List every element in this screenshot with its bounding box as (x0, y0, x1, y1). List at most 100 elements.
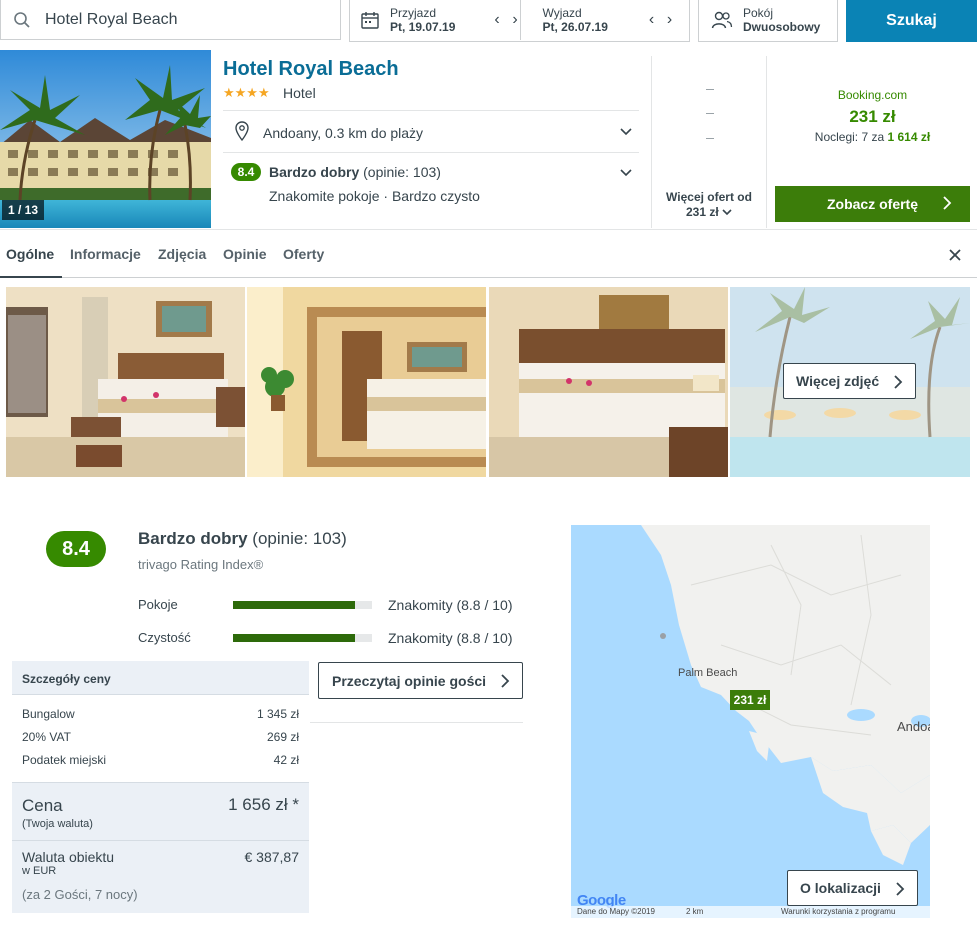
more-offers-price-line: 231 zł (652, 205, 766, 220)
price-details-header: Szczegóły ceny (12, 661, 309, 695)
tab-info[interactable]: Informacje (70, 246, 141, 262)
price-row-label: Bungalow (22, 707, 75, 721)
photo-gallery: Więcej zdjęć (6, 287, 970, 477)
chevron-down-icon (620, 128, 632, 136)
location-info-label: O lokalizacji (800, 880, 881, 896)
rating-summary: Bardzo dobry (opinie: 103) (269, 164, 441, 180)
checkout-field[interactable]: Wyjazd Pt, 26.07.19 ‹ › (519, 0, 690, 40)
rating-label: Bardzo dobry (269, 164, 360, 180)
location-info-button[interactable]: O lokalizacji (787, 870, 918, 906)
tab-deals[interactable]: Oferty (283, 246, 324, 262)
more-photos-button[interactable]: Więcej zdjęć (783, 363, 916, 399)
price-row-value: 269 zł (266, 730, 299, 744)
location-row[interactable]: Andoany, 0.3 km do plaży (223, 112, 639, 152)
price-total: Cena 1 656 zł * (Twoja waluta) Waluta ob… (12, 782, 309, 913)
search-bar: Przyjazd Pt, 19.07.19 ‹ › Wyjazd Pt, 26.… (0, 0, 977, 44)
rating-badge: 8.4 (231, 163, 261, 181)
map-footer: Dane do Mapy ©2019 2 km Warunki korzysta… (571, 906, 930, 918)
gallery-photo[interactable] (6, 287, 245, 477)
rating-index-label: trivago Rating Index® (138, 557, 264, 572)
star-rating: ★★★★ (223, 85, 270, 100)
more-offers-price: 231 zł (685, 205, 719, 219)
more-offers-link[interactable]: Więcej ofert od 231 zł (652, 190, 766, 220)
more-offers-label: Więcej ofert od (666, 190, 752, 204)
total-label: Cena (22, 796, 63, 815)
divider (223, 152, 639, 153)
chevron-right-icon (894, 375, 903, 389)
tab-reviews[interactable]: Opinie (223, 246, 267, 262)
metric-rooms-value: Znakomity (8.8 / 10) (388, 597, 513, 613)
placeholder-dash (706, 138, 714, 139)
rating-score-badge: 8.4 (46, 531, 106, 567)
chevron-down-icon (620, 169, 632, 177)
search-icon (14, 11, 30, 28)
detail-tabs: Ogólne Informacje Zdjęcia Opinie Oferty (0, 232, 977, 278)
total-value: 1 656 zł * (228, 795, 299, 814)
room-selector[interactable]: Pokój Dwuosobowy (698, 0, 838, 42)
checkout-value: Pt, 26.07.19 (542, 20, 608, 34)
deal-price: 231 zł (849, 107, 896, 126)
chevron-right-icon (896, 882, 905, 896)
checkin-label: Przyjazd (390, 6, 437, 20)
map-attribution: Dane do Mapy ©2019 (577, 907, 655, 916)
checkin-value: Pt, 19.07.19 (390, 20, 456, 34)
metric-cleanliness-label: Czystość (138, 630, 191, 645)
rating-title-count: (opinie: 103) (252, 529, 347, 548)
deal-nights: Noclegi: 7 za 1 614 zł (775, 130, 970, 144)
read-reviews-button[interactable]: Przeczytaj opinie gości (318, 662, 523, 699)
metric-cleanliness-value: Znakomity (8.8 / 10) (388, 630, 513, 646)
price-row: Podatek miejski 42 zł (22, 753, 299, 767)
accommodation-type: Hotel (283, 85, 316, 101)
metric-bar-fill (233, 634, 356, 642)
map-place-label: Andoa (897, 719, 930, 734)
location-map[interactable]: Palm Beach Andoa 231 zł Google Dane do M… (571, 525, 930, 918)
gallery-photo[interactable] (247, 287, 486, 477)
guests-note: (za 2 Gości, 7 nocy) (22, 887, 138, 902)
rating-count: (opinie: 103) (363, 164, 441, 180)
chevron-right-icon (501, 674, 510, 688)
chevron-left-icon[interactable]: ‹ (490, 12, 504, 28)
view-deal-button[interactable]: Zobacz ofertę (775, 186, 970, 222)
price-row: 20% VAT 269 zł (22, 730, 299, 744)
best-deal: Booking.com 231 zł Noclegi: 7 za 1 614 z… (775, 50, 970, 228)
price-row-value: 1 345 zł (256, 707, 299, 721)
map-price-pin[interactable]: 231 zł (730, 690, 770, 710)
hotel-name[interactable]: Hotel Royal Beach (223, 58, 399, 81)
divider (223, 110, 639, 111)
tab-photos[interactable]: Zdjęcia (158, 246, 206, 262)
location-text: Andoany, 0.3 km do plaży (263, 125, 424, 141)
gallery-photo[interactable] (489, 287, 728, 477)
search-button[interactable]: Szukaj (846, 0, 977, 42)
chevron-right-icon[interactable]: › (663, 12, 677, 28)
price-row: Bungalow 1 345 zł (22, 707, 299, 721)
placeholder-dash (706, 89, 714, 90)
price-row-value: 42 zł (273, 753, 299, 767)
deal-provider: Booking.com (837, 88, 908, 102)
total-note: (Twoja waluta) (22, 818, 93, 830)
map-terms-link[interactable]: Warunki korzystania z programu (781, 907, 895, 916)
search-input[interactable] (45, 10, 325, 29)
rating-row[interactable]: 8.4 Bardzo dobry (opinie: 103) Znakomite… (223, 154, 639, 218)
divider (12, 840, 309, 841)
nights-total: 1 614 zł (887, 130, 931, 144)
checkout-label: Wyjazd (542, 6, 582, 20)
close-icon[interactable] (946, 246, 964, 264)
search-field[interactable] (0, 0, 341, 40)
active-tab-indicator (0, 276, 62, 278)
photo-counter: 1 / 13 (2, 200, 45, 220)
checkin-field[interactable]: Przyjazd Pt, 19.07.19 ‹ › (350, 0, 520, 40)
property-currency-value: € 387,87 (244, 849, 300, 865)
read-reviews-label: Przeczytaj opinie gości (332, 672, 487, 689)
hotel-main-photo[interactable]: 1 / 13 (0, 50, 211, 228)
property-currency-note: w EUR (22, 865, 57, 877)
location-pin-icon (235, 121, 249, 141)
chevron-left-icon[interactable]: ‹ (645, 12, 659, 28)
gallery-photo[interactable]: Więcej zdjęć (730, 287, 970, 477)
tab-overview[interactable]: Ogólne (6, 246, 54, 262)
rating-title: Bardzo dobry (opinie: 103) (138, 529, 347, 549)
room-value: Dwuosobowy (743, 20, 821, 34)
chevron-down-icon (722, 209, 732, 216)
rating-highlights: Znakomite pokoje · Bardzo czysto (269, 188, 480, 204)
rating-title-label: Bardzo dobry (138, 529, 248, 548)
chevron-right-icon (943, 196, 952, 210)
